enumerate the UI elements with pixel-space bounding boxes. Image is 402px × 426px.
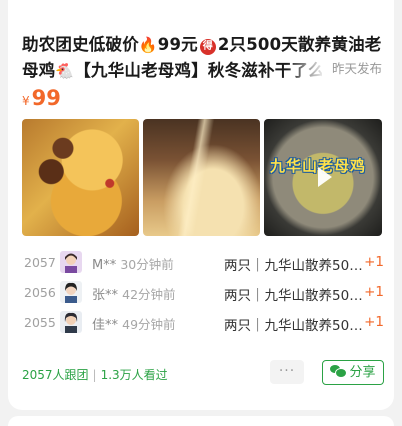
next-card-edge [8, 416, 394, 426]
user-alias: M** [92, 258, 117, 273]
order-time-ago: 49分钟前 [122, 317, 176, 332]
publish-time: 昨天发布 [327, 58, 382, 77]
title-line-1: 助农团史低破价🔥99元得 2只500天散养黄油老 [22, 32, 384, 58]
title-price-text: 99元 [157, 35, 198, 54]
order-number: 2055 [24, 315, 56, 330]
title-text-line2b: 【九华山老母鸡】秋冬滋补干了么 [74, 61, 322, 80]
share-label: 分享 [349, 365, 376, 380]
fire-icon: 🔥 [138, 36, 158, 54]
chicken-icon: 🐔 [55, 62, 75, 80]
user-alias: 佳** [92, 318, 119, 333]
user-name: 佳** 49分钟前 [92, 314, 176, 333]
share-button[interactable]: 分享 [322, 360, 384, 385]
order-number: 2056 [24, 285, 56, 300]
product-image-2[interactable] [143, 119, 260, 236]
order-quantity: +1 [364, 284, 384, 300]
user-name: 张** 42分钟前 [92, 284, 176, 303]
more-icon: ··· [278, 363, 296, 379]
wechat-icon [330, 365, 347, 378]
more-options-button[interactable]: ··· [270, 360, 304, 384]
title-text-rest: 2只500天散养黄油老 [217, 35, 382, 54]
order-number: 2057 [24, 255, 56, 270]
order-time-ago: 42分钟前 [122, 287, 176, 302]
currency-symbol: ¥ [22, 94, 30, 108]
order-time-ago: 30分钟前 [120, 257, 174, 272]
avatar[interactable] [60, 311, 82, 333]
group-buy-card[interactable]: 助农团史低破价🔥99元得 2只500天散养黄油老 母鸡🐔【九华山老母鸡】秋冬滋补干… [8, 0, 394, 410]
get-badge-icon: 得 [199, 39, 216, 55]
user-name: M** 30分钟前 [92, 254, 174, 273]
stats-divider: | [92, 368, 97, 382]
order-row[interactable]: 2057 M** 30分钟前 两只｜九华山散养500天老母鸡 +1 [22, 250, 384, 276]
order-row[interactable]: 2056 张** 42分钟前 两只｜九华山散养500天老母鸡 +1 [22, 280, 384, 306]
viewers-count: 1.3万人看过 [100, 368, 168, 382]
order-row[interactable]: 2055 佳** 49分钟前 两只｜九华山散养500天老母鸡 +1 [22, 310, 384, 336]
user-alias: 张** [92, 288, 119, 303]
order-quantity: +1 [364, 254, 384, 270]
title-text-line2a: 母鸡 [22, 61, 56, 80]
price-value: 99 [31, 86, 61, 110]
product-image-1[interactable] [22, 119, 139, 236]
order-goods: 两只｜九华山散养500天老母鸡 [224, 288, 368, 304]
price: ¥99 [22, 86, 61, 110]
title-line-2: 母鸡🐔【九华山老母鸡】秋冬滋补干了么 [22, 58, 322, 84]
product-video-thumbnail[interactable]: 九华山老母鸡 [264, 119, 382, 236]
followers-count: 2057人跟团 [22, 368, 89, 382]
play-icon[interactable] [318, 167, 332, 187]
group-stats: 2057人跟团 | 1.3万人看过 [22, 366, 168, 383]
order-goods: 两只｜九华山散养500天老母鸡 [224, 318, 368, 334]
avatar[interactable] [60, 281, 82, 303]
order-quantity: +1 [364, 314, 384, 330]
order-goods: 两只｜九华山散养500天老母鸡 [224, 258, 368, 274]
avatar[interactable] [60, 251, 82, 273]
title-text: 助农团史低破价 [22, 35, 139, 54]
